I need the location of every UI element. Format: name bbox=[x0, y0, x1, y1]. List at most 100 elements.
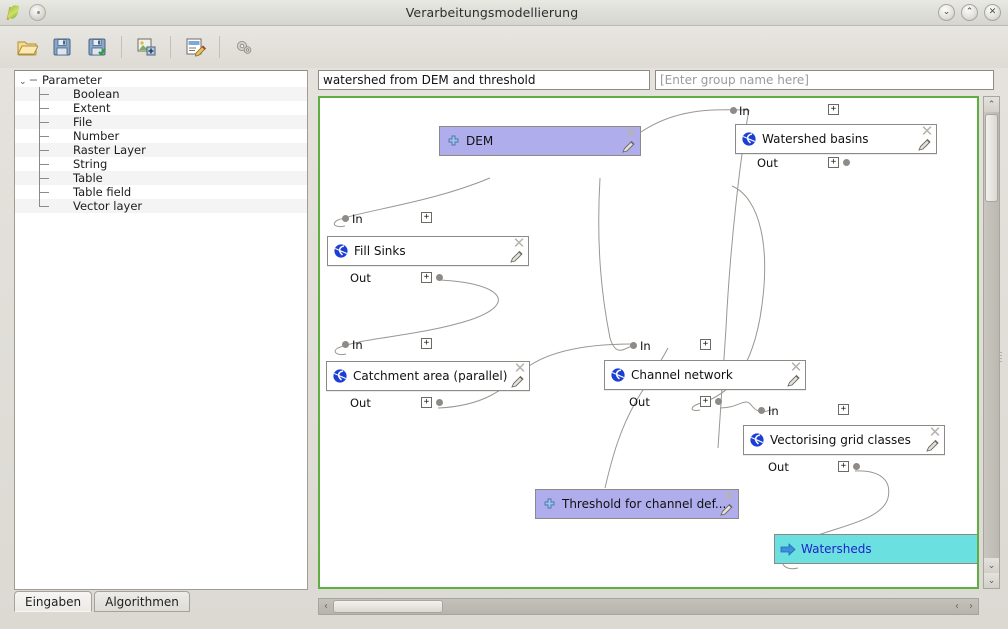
tree-item-file[interactable]: File bbox=[15, 115, 307, 129]
port-in-expand-channel-network[interactable]: + bbox=[700, 339, 711, 350]
tree-item-raster-layer[interactable]: Raster Layer bbox=[15, 143, 307, 157]
edit-help-button[interactable] bbox=[180, 33, 210, 61]
port-out-expand-fill-sinks[interactable]: + bbox=[421, 272, 432, 283]
edit-pencil-icon[interactable] bbox=[787, 374, 803, 389]
port-out-dot-catchment-area[interactable] bbox=[436, 399, 443, 406]
tree-item-table[interactable]: Table bbox=[15, 171, 307, 185]
node-label: Vectorising grid classes bbox=[770, 433, 911, 447]
export-image-button[interactable] bbox=[131, 33, 161, 61]
port-out-expand-vectorising[interactable]: + bbox=[838, 461, 849, 472]
port-in-expand-fill-sinks[interactable]: + bbox=[421, 212, 432, 223]
node-label: DEM bbox=[466, 134, 494, 148]
close-icon[interactable]: ✕ bbox=[722, 489, 736, 504]
node-channel-network[interactable]: Channel network ✕ bbox=[604, 360, 806, 390]
run-model-button[interactable] bbox=[229, 33, 259, 61]
node-label: Channel network bbox=[631, 368, 733, 382]
port-in-expand-vectorising[interactable]: + bbox=[838, 404, 849, 415]
tree-item-number[interactable]: Number bbox=[15, 129, 307, 143]
node-label: Threshold for channel def... bbox=[562, 497, 727, 511]
tree-item-vector-layer[interactable]: Vector layer bbox=[15, 199, 307, 213]
scroll-up-arrow-icon[interactable]: ⌃ bbox=[984, 97, 999, 112]
port-out-dot-fill-sinks[interactable] bbox=[436, 274, 443, 281]
port-in-dot-channel-network[interactable] bbox=[630, 342, 637, 349]
tree-item-table-field[interactable]: Table field bbox=[15, 185, 307, 199]
maximize-button[interactable]: ⌃ bbox=[961, 4, 978, 21]
close-icon[interactable]: ✕ bbox=[920, 124, 934, 139]
tree-item-extent[interactable]: Extent bbox=[15, 101, 307, 115]
scroll-down-arrow-icon[interactable]: ⌄ bbox=[984, 558, 999, 573]
node-vectorising-grid-classes[interactable]: Vectorising grid classes ✕ bbox=[743, 425, 945, 455]
canvas-nodes: DEM ✕ In + Watershed basins ✕ Out + In +… bbox=[320, 98, 977, 587]
open-model-button[interactable] bbox=[12, 33, 42, 61]
tree-item-boolean[interactable]: Boolean bbox=[15, 87, 307, 101]
group-name-input[interactable]: [Enter group name here] bbox=[655, 70, 994, 90]
scroll-down-arrow-icon-2[interactable]: ⌄ bbox=[984, 573, 999, 588]
port-out-dot-channel-network[interactable] bbox=[715, 398, 722, 405]
scroll-left-arrow-icon-2[interactable]: ‹ bbox=[950, 599, 964, 614]
node-watershed-basins[interactable]: Watershed basins ✕ bbox=[735, 124, 937, 154]
save-model-as-button[interactable] bbox=[82, 33, 112, 61]
saga-icon bbox=[328, 243, 354, 259]
port-in-expand-watershed-basins[interactable]: + bbox=[828, 104, 839, 115]
tree-item-label: Table field bbox=[73, 185, 132, 199]
edit-pencil-icon[interactable] bbox=[511, 375, 527, 390]
port-in-dot-vectorising[interactable] bbox=[758, 407, 765, 414]
window-menu-icon[interactable] bbox=[29, 4, 46, 21]
tree-item-string[interactable]: String bbox=[15, 157, 307, 171]
port-out-expand-catchment-area[interactable]: + bbox=[421, 397, 432, 408]
edit-pencil-icon[interactable] bbox=[622, 140, 638, 155]
canvas-horizontal-scrollbar[interactable]: ‹ ‹ › bbox=[318, 598, 979, 615]
tab-algorithmen[interactable]: Algorithmen bbox=[94, 591, 190, 612]
port-out-label-channel-network: Out bbox=[629, 395, 650, 409]
node-dem[interactable]: DEM ✕ bbox=[439, 126, 641, 156]
vertical-scroll-thumb[interactable] bbox=[985, 114, 998, 202]
port-out-label-watershed-basins: Out bbox=[757, 156, 778, 170]
panel-resize-grip[interactable] bbox=[998, 352, 1002, 362]
toolbar-separator bbox=[121, 36, 122, 58]
port-out-dot-vectorising[interactable] bbox=[853, 463, 860, 470]
plus-parameter-icon bbox=[440, 135, 466, 148]
model-canvas[interactable]: DEM ✕ In + Watershed basins ✕ Out + In +… bbox=[318, 96, 979, 589]
port-in-dot-watershed-basins[interactable] bbox=[730, 107, 737, 114]
port-in-expand-catchment-area[interactable]: + bbox=[421, 338, 432, 349]
node-label: Fill Sinks bbox=[354, 244, 406, 258]
minimize-button[interactable]: ⌄ bbox=[938, 4, 955, 21]
port-in-label-watershed-basins: In bbox=[739, 104, 750, 118]
edit-pencil-icon[interactable] bbox=[720, 503, 736, 518]
node-catchment-area[interactable]: Catchment area (parallel) ✕ bbox=[326, 361, 530, 391]
close-icon[interactable]: ✕ bbox=[513, 361, 527, 376]
close-icon[interactable]: ✕ bbox=[512, 236, 526, 251]
canvas-vertical-scrollbar[interactable]: ⌃ ⌄ ⌄ bbox=[983, 96, 1000, 589]
node-threshold-for-channel-def[interactable]: Threshold for channel def... ✕ bbox=[535, 489, 739, 519]
node-watersheds-output[interactable]: Watersheds bbox=[774, 534, 977, 564]
edit-pencil-icon[interactable] bbox=[918, 138, 934, 153]
tree-dash-icon: ─ bbox=[30, 73, 37, 87]
port-in-dot-catchment-area[interactable] bbox=[342, 341, 349, 348]
node-label: Catchment area (parallel) bbox=[353, 369, 508, 383]
horizontal-scroll-thumb[interactable] bbox=[333, 600, 443, 613]
scroll-right-arrow-icon[interactable]: › bbox=[964, 599, 978, 614]
port-in-label-catchment-area: In bbox=[352, 338, 363, 352]
close-icon[interactable]: ✕ bbox=[789, 360, 803, 375]
close-icon[interactable]: ✕ bbox=[624, 126, 638, 141]
scroll-left-arrow-icon[interactable]: ‹ bbox=[319, 599, 333, 614]
node-label: Watershed basins bbox=[762, 132, 869, 146]
edit-pencil-icon[interactable] bbox=[510, 250, 526, 265]
port-in-dot-fill-sinks[interactable] bbox=[342, 215, 349, 222]
node-fill-sinks[interactable]: Fill Sinks ✕ bbox=[327, 236, 529, 266]
port-out-dot-watershed-basins[interactable] bbox=[843, 159, 850, 166]
title-bar-left bbox=[0, 4, 46, 21]
model-name-input[interactable]: watershed from DEM and threshold bbox=[318, 70, 650, 90]
inputs-tree-panel[interactable]: ⌄ ─ Parameter Boolean Extent File Number R… bbox=[14, 70, 308, 590]
tree-root-parameter[interactable]: ⌄ ─ Parameter bbox=[15, 73, 307, 87]
port-in-label-vectorising: In bbox=[768, 404, 779, 418]
edit-pencil-icon[interactable] bbox=[926, 439, 942, 454]
node-label: Watersheds bbox=[801, 542, 872, 556]
close-button[interactable]: ✕ bbox=[984, 4, 1001, 21]
saga-icon bbox=[605, 367, 631, 383]
port-out-expand-watershed-basins[interactable]: + bbox=[828, 157, 839, 168]
close-icon[interactable]: ✕ bbox=[928, 425, 942, 440]
port-out-expand-channel-network[interactable]: + bbox=[700, 396, 711, 407]
tab-eingaben[interactable]: Eingaben bbox=[14, 591, 93, 612]
save-model-button[interactable] bbox=[47, 33, 77, 61]
